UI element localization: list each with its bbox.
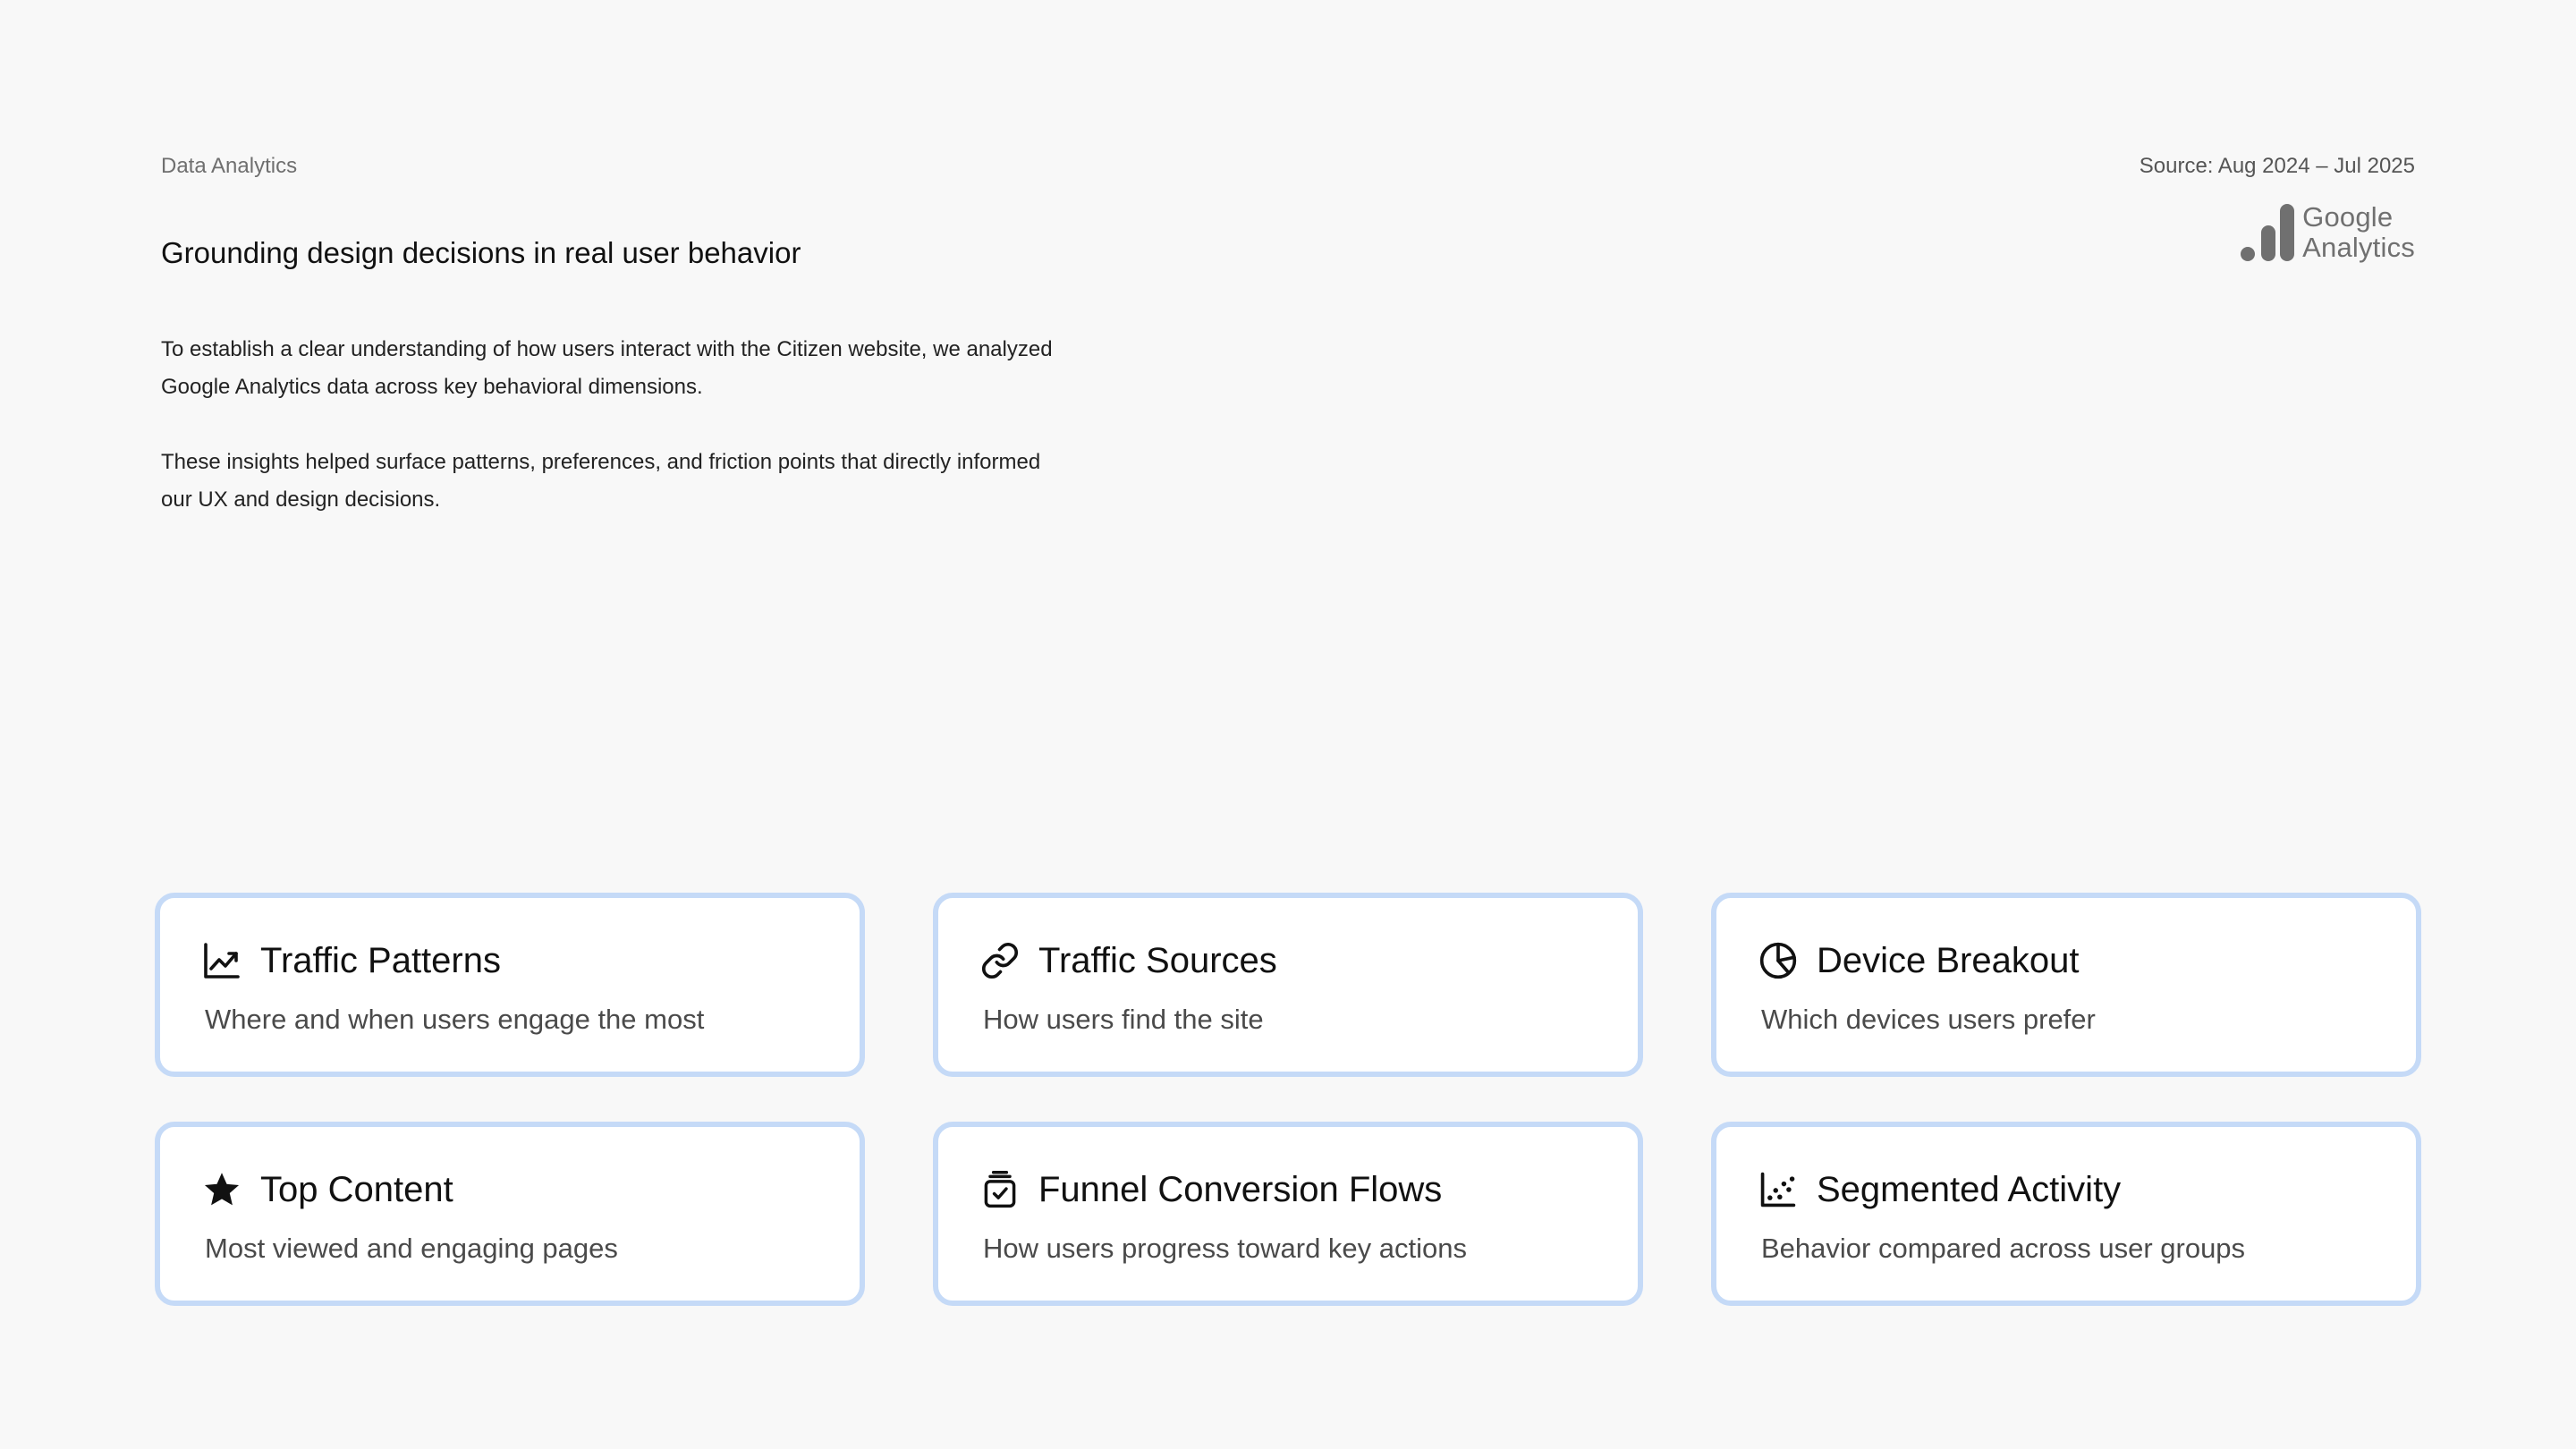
card-device-breakout[interactable]: Device Breakout Which devices users pref… (1711, 893, 2421, 1077)
card-header: Traffic Patterns (201, 937, 818, 984)
card-title: Traffic Patterns (260, 940, 501, 980)
logo-line-analytics: Analytics (2302, 232, 2415, 263)
data-source-label: Source: Aug 2024 – Jul 2025 (2139, 154, 2415, 178)
link-icon (979, 940, 1021, 981)
card-header: Funnel Conversion Flows (979, 1166, 1597, 1213)
card-traffic-patterns[interactable]: Traffic Patterns Where and when users en… (155, 893, 865, 1077)
google-analytics-bars-icon (2240, 202, 2295, 263)
card-top-content[interactable]: Top Content Most viewed and engaging pag… (155, 1122, 865, 1306)
card-funnel-conversion-flows[interactable]: Funnel Conversion Flows How users progre… (933, 1122, 1643, 1306)
intro-text: To establish a clear understanding of ho… (161, 331, 1055, 519)
card-title: Funnel Conversion Flows (1038, 1169, 1443, 1209)
logo-line-google: Google (2302, 201, 2394, 233)
card-title: Segmented Activity (1817, 1169, 2122, 1209)
google-analytics-logo: Google Analytics (2240, 202, 2415, 263)
card-segmented-activity[interactable]: Segmented Activity Behavior compared acr… (1711, 1122, 2421, 1306)
intro-paragraph-1: To establish a clear understanding of ho… (161, 337, 1053, 399)
card-description: Which devices users prefer (1761, 1004, 2096, 1035)
card-description: Most viewed and engaging pages (205, 1233, 618, 1264)
pie-chart-icon (1758, 940, 1799, 981)
card-header: Traffic Sources (979, 937, 1597, 984)
intro-paragraph-2: These insights helped surface patterns, … (161, 450, 1041, 512)
card-description: Behavior compared across user groups (1761, 1233, 2246, 1264)
card-traffic-sources[interactable]: Traffic Sources How users find the site (933, 893, 1643, 1077)
card-title: Traffic Sources (1038, 940, 1277, 980)
star-icon (201, 1169, 242, 1210)
scatter-chart-icon (1758, 1169, 1799, 1210)
card-header: Segmented Activity (1758, 1166, 2375, 1213)
trending-up-icon (201, 940, 242, 981)
card-title: Device Breakout (1817, 940, 2080, 980)
card-header: Top Content (201, 1166, 818, 1213)
card-description: Where and when users engage the most (205, 1004, 705, 1035)
page-title: Grounding design decisions in real user … (161, 236, 801, 269)
card-title: Top Content (260, 1169, 453, 1209)
card-description: How users find the site (983, 1004, 1264, 1035)
card-description: How users progress toward key actions (983, 1233, 1468, 1264)
checklist-stack-icon (979, 1169, 1021, 1210)
analytics-card-grid: Traffic Patterns Where and when users en… (155, 893, 2421, 1306)
analytics-overview-page: Data Analytics Source: Aug 2024 – Jul 20… (0, 0, 2576, 1449)
google-analytics-wordmark: Google Analytics (2302, 202, 2415, 263)
card-header: Device Breakout (1758, 937, 2375, 984)
section-eyebrow: Data Analytics (161, 154, 298, 178)
